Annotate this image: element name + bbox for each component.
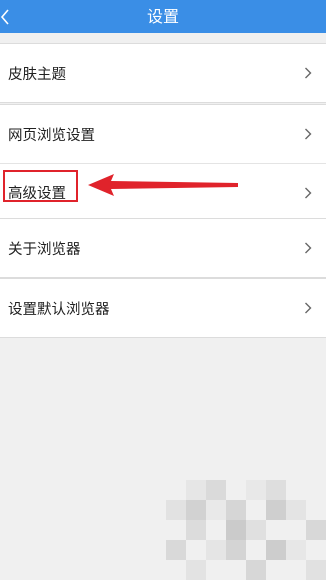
watermark-mosaic (166, 480, 326, 580)
